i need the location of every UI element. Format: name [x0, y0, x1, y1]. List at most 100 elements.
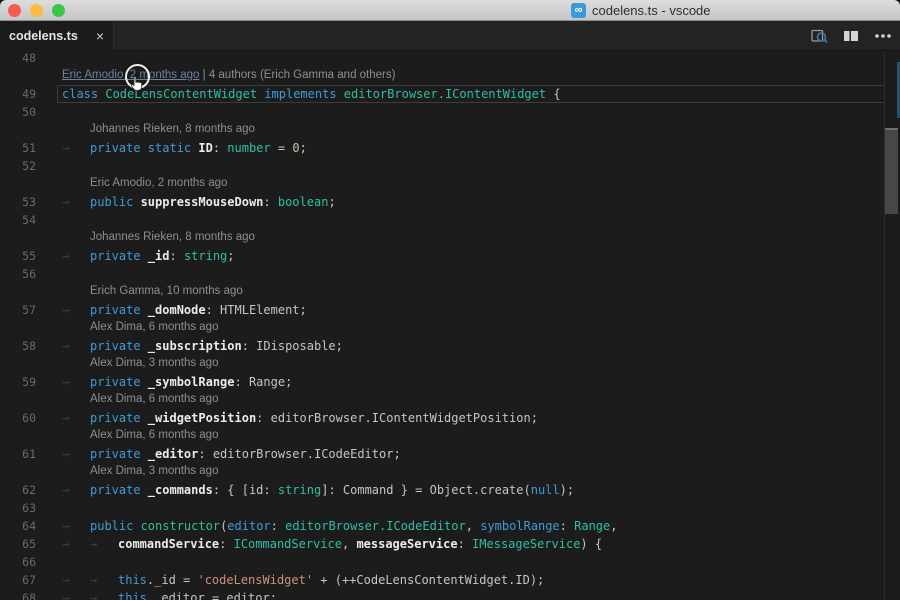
line-number: 63: [0, 499, 36, 517]
minimize-window-button[interactable]: [30, 4, 43, 17]
tab-whitespace-icon: →: [62, 517, 90, 535]
code-editor[interactable]: 48 Eric Amodio, 2 months ago | 4 authors …: [0, 51, 900, 600]
code-row: 50: [0, 103, 884, 121]
code-line-content: →private _id: string;: [62, 247, 235, 265]
codelens-annotation: Alex Dima, 6 months ago: [62, 319, 218, 337]
line-number: 55: [0, 247, 36, 265]
codelens-annotation: Alex Dima, 3 months ago: [62, 355, 218, 373]
line-number: 49: [0, 85, 36, 103]
line-number: 64: [0, 517, 36, 535]
tab-whitespace-icon: →: [62, 535, 90, 553]
code-line-content: →private _subscription: IDisposable;: [62, 337, 343, 355]
code-row: 57→private _domNode: HTMLElement;: [0, 301, 884, 319]
line-number: 53: [0, 193, 36, 211]
tab-codelens-ts[interactable]: codelens.ts ×: [0, 21, 114, 51]
code-row: 62 →private _commands: { [id: string]: Co…: [0, 481, 884, 499]
tab-close-icon[interactable]: ×: [96, 29, 104, 43]
tab-whitespace-icon: →: [62, 481, 90, 499]
codelens-annotation: Alex Dima, 6 months ago: [62, 427, 218, 445]
close-window-button[interactable]: [8, 4, 21, 17]
codelens-row: Johannes Rieken, 8 months ago: [0, 121, 884, 139]
code-row: 56: [0, 265, 884, 283]
line-number: [0, 463, 36, 481]
code-line-content: →→commandService: ICommandService, messa…: [62, 535, 602, 553]
line-number: 68: [0, 589, 36, 600]
split-editor-icon[interactable]: [840, 25, 862, 47]
scrollbar-thumb[interactable]: [885, 128, 898, 214]
code-row: 67 →→this._id = 'codeLensWidget' + (++Cod…: [0, 571, 884, 589]
open-preview-icon[interactable]: [808, 25, 830, 47]
code-line-content: →private _editor: editorBrowser.ICodeEdi…: [62, 445, 401, 463]
tab-whitespace-icon: →: [90, 571, 118, 589]
codelens-annotation: Johannes Rieken, 8 months ago: [62, 121, 255, 139]
more-actions-icon[interactable]: [872, 25, 894, 47]
code-line-content: →private _symbolRange: Range;: [62, 373, 292, 391]
editor-tab-bar: codelens.ts ×: [0, 21, 900, 51]
tab-whitespace-icon: →: [62, 409, 90, 427]
code-line-content: →→this._editor = editor;: [62, 589, 277, 600]
line-number: [0, 175, 36, 193]
tab-whitespace-icon: →: [62, 589, 90, 600]
tab-whitespace-icon: →: [62, 445, 90, 463]
window-title-group: ∞ codelens.ts - vscode: [571, 3, 711, 18]
code-row: 65 →→commandService: ICommandService, mes…: [0, 535, 884, 553]
hand-cursor-icon: [129, 74, 147, 97]
line-number: 67: [0, 571, 36, 589]
codelens-annotation: Johannes Rieken, 8 months ago: [62, 229, 255, 247]
line-number: [0, 391, 36, 409]
codelens-row: Erich Gamma, 10 months ago: [0, 283, 884, 301]
tab-label: codelens.ts: [9, 29, 78, 43]
tab-whitespace-icon: →: [90, 589, 118, 600]
line-number: 50: [0, 103, 36, 121]
code-row: 53 →public suppressMouseDown: boolean;: [0, 193, 884, 211]
line-number: [0, 229, 36, 247]
line-number: 61: [0, 445, 36, 463]
code-line-content: →private static ID: number = 0;: [62, 139, 307, 157]
line-number: [0, 121, 36, 139]
code-line-content: →private _widgetPosition: editorBrowser.…: [62, 409, 538, 427]
codelens-row: Alex Dima, 3 months ago: [0, 355, 884, 373]
line-number: 58: [0, 337, 36, 355]
code-row: 58 →private _subscription: IDisposable;: [0, 337, 884, 355]
codelens-annotation: Alex Dima, 6 months ago: [62, 391, 218, 409]
codelens-row: Alex Dima, 6 months ago: [0, 319, 884, 337]
codelens-authors-count: | 4 authors (Erich Gamma and others): [199, 69, 395, 81]
zoom-window-button[interactable]: [52, 4, 65, 17]
line-number: 52: [0, 157, 36, 175]
code-row: 61 →private _editor: editorBrowser.ICodeE…: [0, 445, 884, 463]
codelens-annotation: Erich Gamma, 10 months ago: [62, 283, 243, 301]
line-number: 51: [0, 139, 36, 157]
code-line-content: →public constructor(editor: editorBrowse…: [62, 517, 617, 535]
code-row: 52: [0, 157, 884, 175]
code-row: 60→private _widgetPosition: editorBrowse…: [0, 409, 884, 427]
code-line-content: →public suppressMouseDown: boolean;: [62, 193, 336, 211]
code-row: 66: [0, 553, 884, 571]
code-row: 54: [0, 211, 884, 229]
codelens-row: Johannes Rieken, 8 months ago: [0, 229, 884, 247]
codelens-annotation: Eric Amodio, 2 months ago: [62, 175, 227, 193]
code-row: 63: [0, 499, 884, 517]
line-number: [0, 67, 36, 85]
code-row: 55 →private _id: string;: [0, 247, 884, 265]
line-number: [0, 319, 36, 337]
codelens-annotation: Eric Amodio, 2 months ago | 4 authors (E…: [62, 67, 395, 85]
line-number: 62: [0, 481, 36, 499]
tab-whitespace-icon: →: [62, 337, 90, 355]
line-number: 65: [0, 535, 36, 553]
window-title: codelens.ts - vscode: [592, 3, 711, 18]
codelens-row: Alex Dima, 6 months ago: [0, 427, 884, 445]
code-rows: 48 Eric Amodio, 2 months ago | 4 authors …: [0, 51, 884, 600]
tab-whitespace-icon: →: [62, 247, 90, 265]
titlebar[interactable]: ∞ codelens.ts - vscode: [0, 0, 900, 21]
line-number: 54: [0, 211, 36, 229]
tab-whitespace-icon: →: [62, 139, 90, 157]
line-number: [0, 283, 36, 301]
code-line-content: →private _commands: { [id: string]: Comm…: [62, 481, 574, 499]
tab-whitespace-icon: →: [62, 193, 90, 211]
line-number: 48: [0, 51, 36, 67]
line-number: 57: [0, 301, 36, 319]
line-number: [0, 355, 36, 373]
code-line-content: →→this._id = 'codeLensWidget' + (++CodeL…: [62, 571, 544, 589]
code-row: 51 →private static ID: number = 0;: [0, 139, 884, 157]
line-number: [0, 427, 36, 445]
